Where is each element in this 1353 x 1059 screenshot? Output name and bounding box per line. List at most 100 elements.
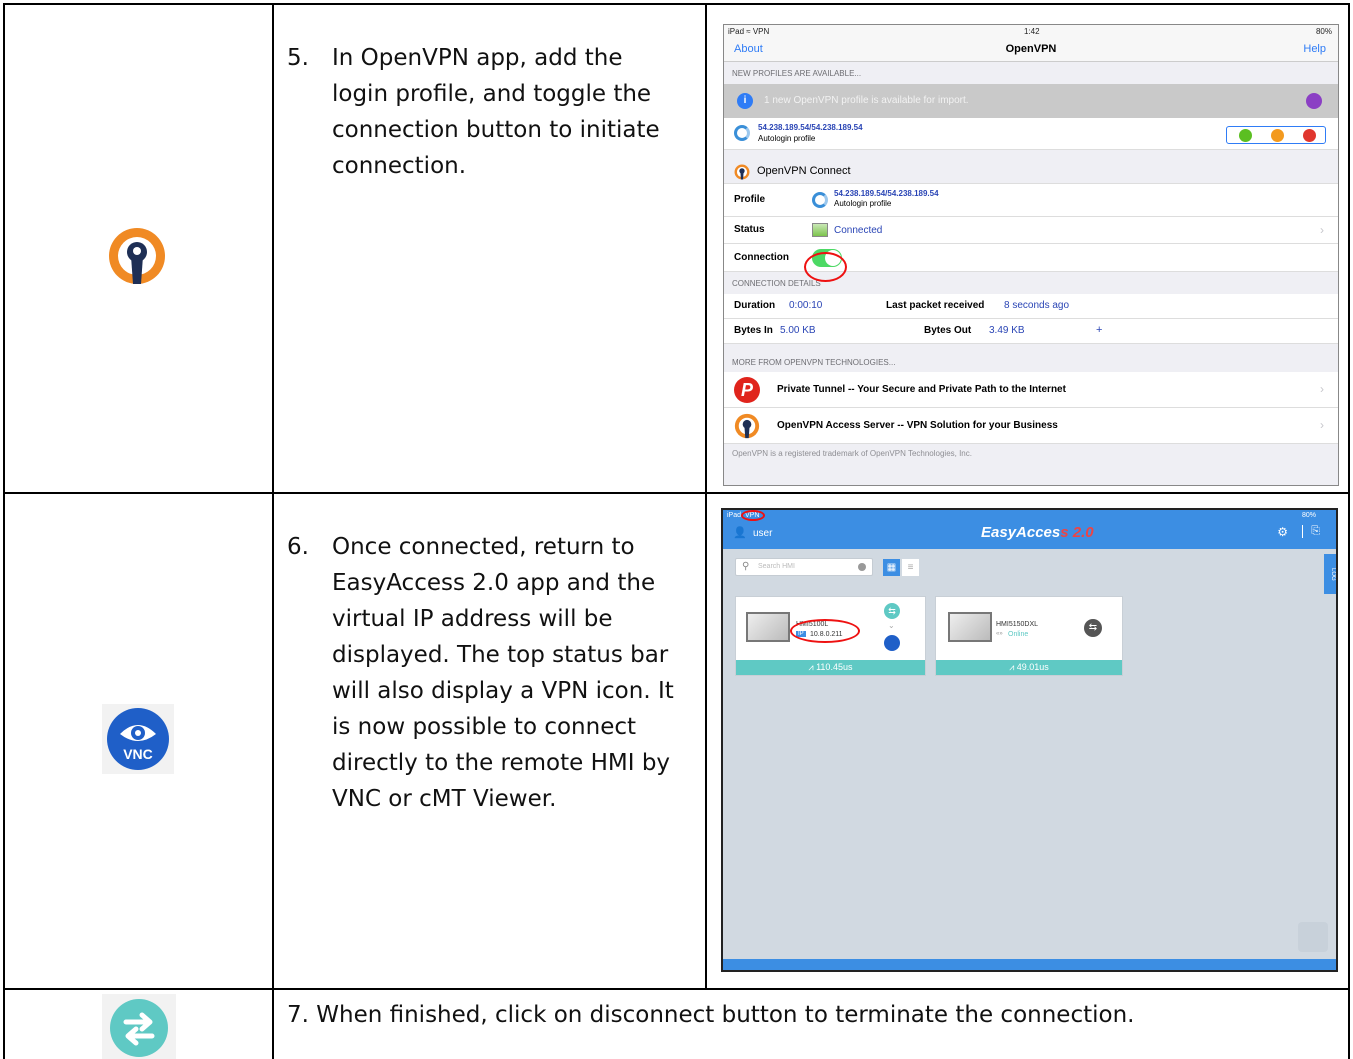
section-header: NEW PROFILES ARE AVAILABLE... [732, 69, 862, 78]
private-tunnel-row[interactable]: P Private Tunnel -- Your Secure and Priv… [724, 372, 1338, 408]
vnc-eye-icon[interactable] [884, 635, 900, 651]
bytes-row: Bytes In 5.00 KB Bytes Out 3.49 KB + [724, 319, 1338, 344]
user-icon: 👤 [733, 527, 747, 539]
bottom-bar [723, 959, 1336, 970]
access-server-row[interactable]: OpenVPN Access Server -- VPN Solution fo… [724, 408, 1338, 444]
step-line: virtual IP address will be [332, 606, 613, 632]
profile-sub: Autologin profile [758, 134, 816, 143]
step-5-text: 5. In OpenVPN app, add the login profile… [287, 40, 697, 190]
step-6-text: 6. Once connected, return to EasyAccess … [287, 529, 697, 829]
logout-icon[interactable]: ⎘ [1302, 525, 1320, 538]
import-profile-row[interactable]: 54.238.189.54/54.238.189.54 Autologin pr… [724, 118, 1338, 150]
easyaccess-screenshot: iPad VPN 80% 👤 user EasyAccess 2.0 ⚙ ⎘ ⚲… [721, 508, 1338, 972]
import-notice[interactable]: i 1 new OpenVPN profile is available for… [724, 84, 1338, 118]
connect-header: OpenVPN Connect [757, 165, 851, 177]
chevron-right-icon: › [1320, 223, 1324, 237]
online-icon: «» [996, 631, 1003, 637]
disconnect-arrows-icon[interactable]: ⇆ [884, 603, 900, 619]
grid-view-icon[interactable]: ▦ [883, 559, 900, 576]
annotation-circle [741, 510, 765, 521]
step-line: will also display a VPN icon. It [332, 678, 674, 704]
profile-row[interactable]: Profile 54.238.189.54/54.238.189.54 Auto… [724, 184, 1338, 217]
status-carrier: iPad ≈ VPN [728, 27, 770, 36]
nav-bar: About OpenVPN Help [724, 38, 1338, 62]
profile-name: 54.238.189.54/54.238.189.54 [758, 123, 863, 132]
latency-value: 49.01us [1016, 662, 1049, 672]
openvpn-logo-icon [107, 226, 167, 290]
status-label: Status [734, 224, 765, 235]
step-line: login profile, and toggle the [332, 81, 652, 107]
annotation-circle [790, 619, 860, 643]
add-icon[interactable] [1239, 129, 1252, 142]
hmi-screen-icon [948, 612, 992, 642]
chevron-right-icon: › [1320, 418, 1324, 432]
bytes-in-value: 5.00 KB [780, 325, 816, 336]
connect-arrows-icon[interactable]: ⇆ [1084, 619, 1102, 637]
import-actions [1226, 126, 1326, 144]
vnc-label: VNC [123, 746, 153, 762]
device-card[interactable]: HMI5150DXL «» Online ⇆ ⩘ 49.01us [935, 596, 1123, 676]
clear-icon[interactable] [858, 563, 866, 571]
pulse-icon: ⩘ [1009, 662, 1017, 672]
device-status: Online [1008, 631, 1029, 638]
row-divider [3, 988, 1350, 990]
private-tunnel-label: Private Tunnel -- Your Secure and Privat… [777, 384, 1066, 395]
step-line: EasyAccess 2.0 app and the [332, 570, 656, 596]
notice-text: 1 new OpenVPN profile is available for i… [764, 95, 969, 106]
access-server-label: OpenVPN Access Server -- VPN Solution fo… [777, 420, 1058, 431]
more-icon[interactable] [1306, 93, 1322, 109]
last-packet-value: 8 seconds ago [1004, 300, 1070, 311]
profile-sync-icon [734, 125, 750, 141]
annotation-circle [804, 252, 847, 282]
easyaccess-header: iPad VPN 80% 👤 user EasyAccess 2.0 ⚙ ⎘ [723, 510, 1336, 549]
corner-button[interactable] [1298, 922, 1328, 952]
ios-status-bar: iPad ≈ VPN 1:42 80% [724, 25, 1338, 38]
edit-icon[interactable] [1271, 129, 1284, 142]
status-row[interactable]: Status Connected › [724, 217, 1338, 244]
help-button[interactable]: Help [1303, 43, 1326, 55]
step-line: connection button to initiate [332, 117, 660, 143]
device-card[interactable]: HMI5100L IP 10.8.0.211 ⇆ ⌄ ⩘ 110.45us [735, 596, 926, 676]
latency-bar: ⩘ 110.45us [736, 660, 925, 675]
user-name[interactable]: user [753, 528, 772, 539]
step-number: 6. [287, 534, 309, 560]
step-line: directly to the remote HMI by [332, 750, 671, 776]
step-line: displayed. The top status bar [332, 642, 669, 668]
connection-label: Connection [734, 252, 789, 263]
footer-note: OpenVPN is a registered trademark of Ope… [732, 449, 972, 458]
nav-title: OpenVPN [1005, 43, 1057, 55]
app-title-suffix: s 2.0 [1060, 524, 1094, 541]
column-divider [705, 3, 707, 990]
last-packet-label: Last packet received [886, 300, 985, 311]
latency-bar: ⩘ 49.01us [936, 660, 1122, 675]
duration-row: Duration 0:00:10 Last packet received 8 … [724, 294, 1338, 319]
status-time: 1:42 [1024, 27, 1040, 36]
gear-icon[interactable]: ⚙ [1277, 525, 1288, 539]
status-battery: 80% [1301, 512, 1316, 519]
search-placeholder: Search HMI [758, 563, 795, 570]
section-header: MORE FROM OPENVPN TECHNOLOGIES... [732, 358, 896, 367]
openvpn-small-icon [734, 164, 750, 180]
status-battery: 80% [1315, 27, 1332, 36]
profile-name: 54.238.189.54/54.238.189.54 [834, 189, 939, 198]
bytes-out-value: 3.49 KB [989, 325, 1025, 336]
connect-header-row: OpenVPN Connect [724, 160, 1338, 184]
chevron-right-icon: › [1320, 382, 1324, 396]
profile-sub: Autologin profile [834, 199, 892, 208]
log-tab[interactable]: LOG [1324, 554, 1336, 594]
list-view-icon[interactable]: ≡ [902, 559, 919, 576]
openvpn-screenshot: iPad ≈ VPN 1:42 80% About OpenVPN Help N… [723, 24, 1339, 486]
column-divider [272, 3, 274, 1059]
app-title: EasyAccess 2.0 [981, 524, 1094, 541]
step-line: VNC or cMT Viewer. [332, 786, 557, 812]
profile-sync-icon [812, 192, 828, 208]
delete-icon[interactable] [1303, 129, 1316, 142]
expand-plus-button[interactable]: + [1096, 324, 1102, 336]
hmi-screen-icon [746, 612, 790, 642]
search-input[interactable]: ⚲ Search HMI [735, 558, 873, 576]
openvpn-small-icon [734, 413, 760, 439]
device-name: HMI5150DXL [996, 621, 1039, 628]
info-icon: i [737, 93, 753, 109]
search-icon: ⚲ [742, 561, 750, 572]
duration-label: Duration [734, 300, 776, 311]
